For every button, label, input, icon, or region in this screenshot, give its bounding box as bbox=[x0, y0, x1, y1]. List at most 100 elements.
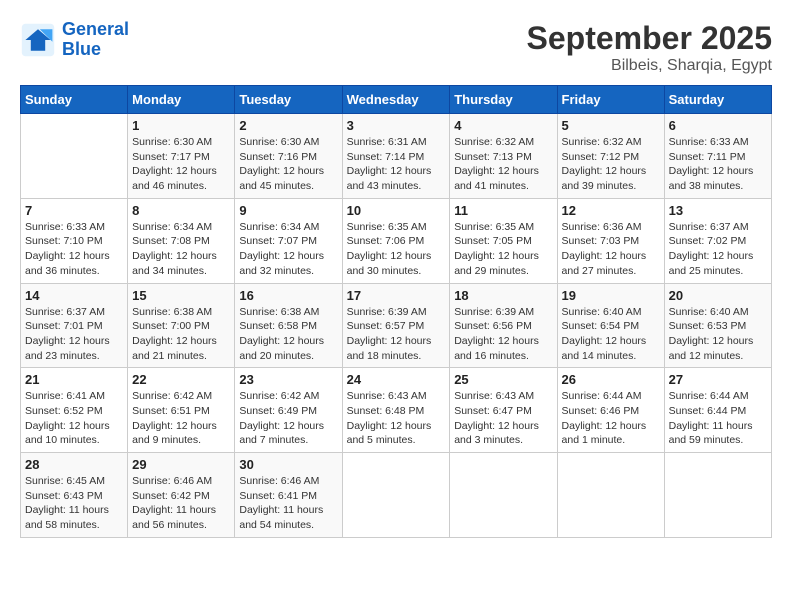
day-number: 5 bbox=[562, 118, 660, 133]
day-number: 25 bbox=[454, 372, 552, 387]
day-number: 3 bbox=[347, 118, 446, 133]
calendar-cell: 2Sunrise: 6:30 AM Sunset: 7:16 PM Daylig… bbox=[235, 114, 342, 199]
day-number: 26 bbox=[562, 372, 660, 387]
day-number: 13 bbox=[669, 203, 767, 218]
calendar-cell: 6Sunrise: 6:33 AM Sunset: 7:11 PM Daylig… bbox=[664, 114, 771, 199]
day-info: Sunrise: 6:45 AM Sunset: 6:43 PM Dayligh… bbox=[25, 474, 123, 533]
calendar-cell: 22 Sunrise: 6:42 AM Sunset: 6:51 PM Dayli… bbox=[128, 368, 235, 453]
month-title: September 2025 bbox=[527, 20, 772, 57]
day-info: Sunrise: 6:33 AM Sunset: 7:10 PM Dayligh… bbox=[25, 220, 123, 279]
day-info: Sunrise: 6:34 AM Sunset: 7:08 PM Dayligh… bbox=[132, 220, 230, 279]
day-info: Sunrise: 6:40 AM Sunset: 6:54 PM Dayligh… bbox=[562, 305, 660, 364]
calendar-cell: 28 Sunrise: 6:45 AM Sunset: 6:43 PM Dayli… bbox=[21, 453, 128, 538]
day-number: 18 bbox=[454, 288, 552, 303]
weekday-header-saturday: Saturday bbox=[664, 86, 771, 114]
day-info: Sunrise: 6:43 AM Sunset: 6:47 PM Dayligh… bbox=[454, 389, 552, 448]
day-number: 4 bbox=[454, 118, 552, 133]
calendar-week-row: 7 Sunrise: 6:33 AM Sunset: 7:10 PM Daylig… bbox=[21, 198, 772, 283]
day-info: Sunrise: 6:46 AM Sunset: 6:41 PM Dayligh… bbox=[239, 474, 337, 533]
logo-line1: General bbox=[62, 19, 129, 39]
day-info: Sunrise: 6:34 AM Sunset: 7:07 PM Dayligh… bbox=[239, 220, 337, 279]
day-number: 7 bbox=[25, 203, 123, 218]
calendar-cell: 18Sunrise: 6:39 AM Sunset: 6:56 PM Dayli… bbox=[450, 283, 557, 368]
day-number: 30 bbox=[239, 457, 337, 472]
weekday-header-tuesday: Tuesday bbox=[235, 86, 342, 114]
day-info: Sunrise: 6:40 AM Sunset: 6:53 PM Dayligh… bbox=[669, 305, 767, 364]
day-info: Sunrise: 6:44 AM Sunset: 6:46 PM Dayligh… bbox=[562, 389, 660, 448]
calendar-cell bbox=[557, 453, 664, 538]
day-number: 14 bbox=[25, 288, 123, 303]
day-number: 28 bbox=[25, 457, 123, 472]
calendar-cell: 7 Sunrise: 6:33 AM Sunset: 7:10 PM Daylig… bbox=[21, 198, 128, 283]
calendar-cell: 3Sunrise: 6:31 AM Sunset: 7:14 PM Daylig… bbox=[342, 114, 450, 199]
day-number: 15 bbox=[132, 288, 230, 303]
calendar-cell: 4 Sunrise: 6:32 AM Sunset: 7:13 PM Daylig… bbox=[450, 114, 557, 199]
logo-line2: Blue bbox=[62, 39, 101, 59]
day-number: 10 bbox=[347, 203, 446, 218]
calendar-cell: 1Sunrise: 6:30 AM Sunset: 7:17 PM Daylig… bbox=[128, 114, 235, 199]
logo-icon bbox=[20, 22, 56, 58]
day-number: 6 bbox=[669, 118, 767, 133]
calendar-cell: 25 Sunrise: 6:43 AM Sunset: 6:47 PM Dayli… bbox=[450, 368, 557, 453]
day-number: 17 bbox=[347, 288, 446, 303]
calendar-cell: 30 Sunrise: 6:46 AM Sunset: 6:41 PM Dayli… bbox=[235, 453, 342, 538]
day-number: 29 bbox=[132, 457, 230, 472]
day-info: Sunrise: 6:46 AM Sunset: 6:42 PM Dayligh… bbox=[132, 474, 230, 533]
day-number: 11 bbox=[454, 203, 552, 218]
day-info: Sunrise: 6:32 AM Sunset: 7:13 PM Dayligh… bbox=[454, 135, 552, 194]
calendar-cell: 27 Sunrise: 6:44 AM Sunset: 6:44 PM Dayli… bbox=[664, 368, 771, 453]
day-info: Sunrise: 6:30 AM Sunset: 7:17 PM Dayligh… bbox=[132, 135, 230, 194]
day-number: 19 bbox=[562, 288, 660, 303]
calendar-cell: 17 Sunrise: 6:39 AM Sunset: 6:57 PM Dayli… bbox=[342, 283, 450, 368]
calendar-cell: 15 Sunrise: 6:38 AM Sunset: 7:00 PM Dayli… bbox=[128, 283, 235, 368]
calendar-cell bbox=[342, 453, 450, 538]
calendar-cell: 14 Sunrise: 6:37 AM Sunset: 7:01 PM Dayli… bbox=[21, 283, 128, 368]
day-info: Sunrise: 6:36 AM Sunset: 7:03 PM Dayligh… bbox=[562, 220, 660, 279]
calendar-cell: 21Sunrise: 6:41 AM Sunset: 6:52 PM Dayli… bbox=[21, 368, 128, 453]
day-number: 20 bbox=[669, 288, 767, 303]
day-number: 9 bbox=[239, 203, 337, 218]
day-number: 22 bbox=[132, 372, 230, 387]
day-info: Sunrise: 6:35 AM Sunset: 7:06 PM Dayligh… bbox=[347, 220, 446, 279]
day-number: 27 bbox=[669, 372, 767, 387]
day-info: Sunrise: 6:42 AM Sunset: 6:49 PM Dayligh… bbox=[239, 389, 337, 448]
calendar-cell: 26 Sunrise: 6:44 AM Sunset: 6:46 PM Dayli… bbox=[557, 368, 664, 453]
calendar-cell: 13Sunrise: 6:37 AM Sunset: 7:02 PM Dayli… bbox=[664, 198, 771, 283]
day-number: 24 bbox=[347, 372, 446, 387]
calendar-cell bbox=[21, 114, 128, 199]
logo-text: General Blue bbox=[62, 20, 129, 60]
calendar-cell: 24 Sunrise: 6:43 AM Sunset: 6:48 PM Dayli… bbox=[342, 368, 450, 453]
title-block: September 2025 Bilbeis, Sharqia, Egypt bbox=[527, 20, 772, 75]
day-number: 16 bbox=[239, 288, 337, 303]
day-number: 8 bbox=[132, 203, 230, 218]
calendar-cell: 5 Sunrise: 6:32 AM Sunset: 7:12 PM Daylig… bbox=[557, 114, 664, 199]
weekday-header-row: SundayMondayTuesdayWednesdayThursdayFrid… bbox=[21, 86, 772, 114]
calendar-week-row: 21Sunrise: 6:41 AM Sunset: 6:52 PM Dayli… bbox=[21, 368, 772, 453]
calendar-cell: 23Sunrise: 6:42 AM Sunset: 6:49 PM Dayli… bbox=[235, 368, 342, 453]
day-number: 2 bbox=[239, 118, 337, 133]
calendar-cell: 10 Sunrise: 6:35 AM Sunset: 7:06 PM Dayli… bbox=[342, 198, 450, 283]
calendar-cell: 9 Sunrise: 6:34 AM Sunset: 7:07 PM Daylig… bbox=[235, 198, 342, 283]
day-info: Sunrise: 6:38 AM Sunset: 6:58 PM Dayligh… bbox=[239, 305, 337, 364]
calendar-cell: 12Sunrise: 6:36 AM Sunset: 7:03 PM Dayli… bbox=[557, 198, 664, 283]
day-info: Sunrise: 6:43 AM Sunset: 6:48 PM Dayligh… bbox=[347, 389, 446, 448]
calendar-cell: 8 Sunrise: 6:34 AM Sunset: 7:08 PM Daylig… bbox=[128, 198, 235, 283]
weekday-header-monday: Monday bbox=[128, 86, 235, 114]
weekday-header-sunday: Sunday bbox=[21, 86, 128, 114]
location-title: Bilbeis, Sharqia, Egypt bbox=[527, 57, 772, 75]
day-info: Sunrise: 6:42 AM Sunset: 6:51 PM Dayligh… bbox=[132, 389, 230, 448]
day-info: Sunrise: 6:44 AM Sunset: 6:44 PM Dayligh… bbox=[669, 389, 767, 448]
calendar-cell: 11 Sunrise: 6:35 AM Sunset: 7:05 PM Dayli… bbox=[450, 198, 557, 283]
weekday-header-friday: Friday bbox=[557, 86, 664, 114]
day-info: Sunrise: 6:32 AM Sunset: 7:12 PM Dayligh… bbox=[562, 135, 660, 194]
calendar-cell bbox=[664, 453, 771, 538]
day-number: 21 bbox=[25, 372, 123, 387]
weekday-header-wednesday: Wednesday bbox=[342, 86, 450, 114]
day-info: Sunrise: 6:37 AM Sunset: 7:01 PM Dayligh… bbox=[25, 305, 123, 364]
weekday-header-thursday: Thursday bbox=[450, 86, 557, 114]
calendar-cell bbox=[450, 453, 557, 538]
calendar-week-row: 14 Sunrise: 6:37 AM Sunset: 7:01 PM Dayli… bbox=[21, 283, 772, 368]
day-info: Sunrise: 6:35 AM Sunset: 7:05 PM Dayligh… bbox=[454, 220, 552, 279]
day-info: Sunrise: 6:38 AM Sunset: 7:00 PM Dayligh… bbox=[132, 305, 230, 364]
day-info: Sunrise: 6:39 AM Sunset: 6:57 PM Dayligh… bbox=[347, 305, 446, 364]
